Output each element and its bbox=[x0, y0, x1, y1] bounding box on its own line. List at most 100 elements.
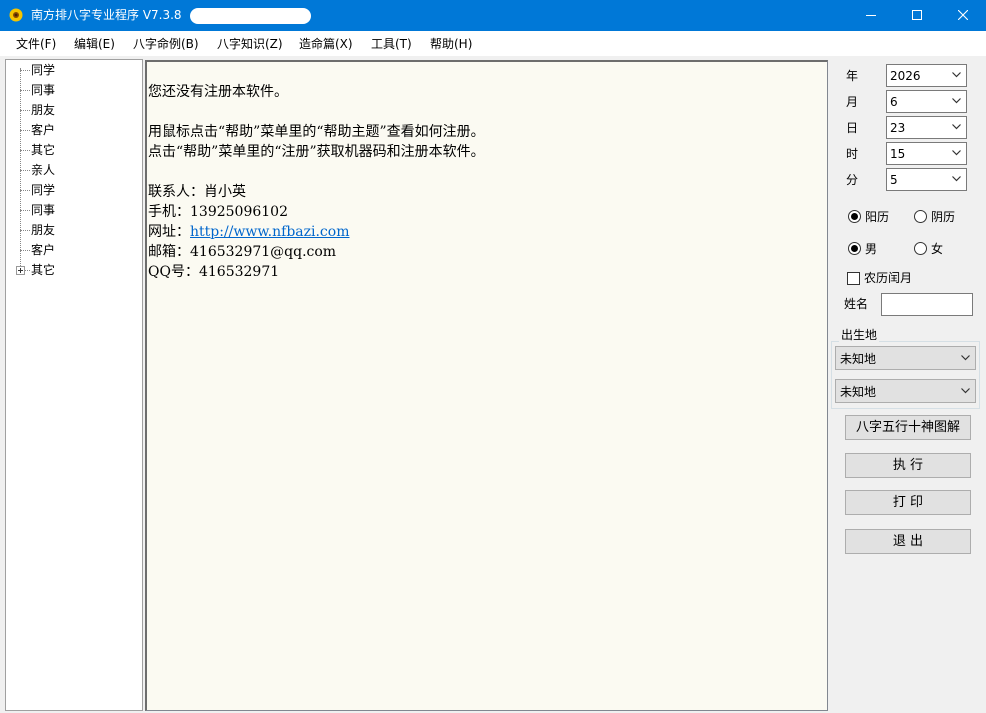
title-bar: 南方排八字专业程序 V7.3.8 bbox=[0, 0, 986, 31]
tree-item[interactable]: 同事 bbox=[6, 200, 136, 220]
city-select[interactable]: 未知地 bbox=[835, 379, 976, 403]
qq-line: QQ号：416532971 bbox=[148, 263, 279, 281]
tree-item-label: 客户 bbox=[31, 243, 56, 257]
redacted-area bbox=[190, 8, 311, 24]
tree-item[interactable]: 朋友 bbox=[6, 220, 136, 240]
maximize-button[interactable] bbox=[894, 0, 940, 31]
hour-select[interactable]: 15 bbox=[886, 142, 967, 165]
menu-zaoming[interactable]: 造命篇(X) bbox=[299, 36, 353, 52]
hour-label: 时 bbox=[846, 147, 859, 161]
menu-edit[interactable]: 编辑(E) bbox=[74, 36, 115, 52]
website-line: 网址：http://www.nfbazi.com bbox=[148, 223, 349, 241]
maximize-icon bbox=[912, 10, 922, 20]
male-radio[interactable] bbox=[848, 242, 861, 255]
female-radio[interactable] bbox=[914, 242, 927, 255]
register-instruction: 点击“帮助”菜单里的“注册”获取机器码和注册本软件。 bbox=[148, 144, 485, 160]
solar-calendar-radio[interactable] bbox=[848, 210, 861, 223]
execute-button[interactable]: 执 行 bbox=[845, 453, 971, 478]
tree-item[interactable]: 客户 bbox=[6, 240, 136, 260]
tree-item-label: 朋友 bbox=[31, 103, 56, 117]
menu-bazi-cases[interactable]: 八字命例(B) bbox=[133, 36, 199, 52]
menu-bar: 文件(F) 编辑(E) 八字命例(B) 八字知识(Z) 造命篇(X) 工具(T)… bbox=[0, 31, 986, 56]
month-label: 月 bbox=[846, 95, 859, 109]
month-select[interactable]: 6 bbox=[886, 90, 967, 113]
contact-line: 联系人：肖小英 bbox=[148, 183, 246, 201]
menu-file[interactable]: 文件(F) bbox=[16, 36, 56, 52]
chevron-down-icon bbox=[952, 176, 961, 182]
lunar-calendar-radio[interactable] bbox=[914, 210, 927, 223]
info-text-area[interactable]: 您还没有注册本软件。 用鼠标点击“帮助”菜单里的“帮助主题”查看如何注册。 点击… bbox=[145, 60, 828, 711]
wuxing-chart-button[interactable]: 八字五行十神图解 bbox=[845, 415, 971, 440]
tree-item-label: 同事 bbox=[31, 203, 56, 217]
website-label: 网址： bbox=[148, 224, 190, 240]
minute-select[interactable]: 5 bbox=[886, 168, 967, 191]
email-line: 邮箱：416532971@qq.com bbox=[148, 243, 336, 261]
chevron-down-icon bbox=[952, 150, 961, 156]
chevron-down-icon bbox=[961, 355, 970, 361]
lunar-calendar-label: 阴历 bbox=[931, 210, 956, 224]
chevron-down-icon bbox=[952, 124, 961, 130]
year-value: 2026 bbox=[890, 69, 921, 83]
contact-label: 联系人： bbox=[148, 184, 204, 200]
tree-item[interactable]: 亲人 bbox=[6, 160, 136, 180]
province-value: 未知地 bbox=[840, 352, 877, 366]
day-select[interactable]: 23 bbox=[886, 116, 967, 139]
email-label: 邮箱： bbox=[148, 244, 190, 260]
menu-help[interactable]: 帮助(H) bbox=[430, 36, 472, 52]
tree-item-label: 其它 bbox=[31, 263, 56, 277]
email-address: 416532971@qq.com bbox=[190, 244, 337, 260]
tree-item-label: 同学 bbox=[31, 63, 56, 77]
tree-item[interactable]: 朋友 bbox=[6, 100, 136, 120]
category-tree: 同学 同事 朋友 客户 其它 亲人 同学 同事 朋友 客户 其它 bbox=[5, 59, 143, 711]
male-label: 男 bbox=[865, 242, 878, 256]
register-notice: 您还没有注册本软件。 bbox=[148, 84, 288, 100]
tree-item-label: 客户 bbox=[31, 123, 56, 137]
qq-number: 416532971 bbox=[198, 264, 280, 280]
day-label: 日 bbox=[846, 121, 859, 135]
tree-item[interactable]: 其它 bbox=[6, 140, 136, 160]
print-button[interactable]: 打 印 bbox=[845, 490, 971, 515]
menu-tools[interactable]: 工具(T) bbox=[371, 36, 412, 52]
tree-item[interactable]: 客户 bbox=[6, 120, 136, 140]
female-label: 女 bbox=[931, 242, 944, 256]
birth-info-panel: 年 2026 月 6 日 23 时 15 分 5 阳历 阴历 男 女 农历闰月 … bbox=[830, 56, 986, 713]
phone-number: 13925096102 bbox=[190, 204, 288, 220]
tree-item-label: 朋友 bbox=[31, 223, 56, 237]
chevron-down-icon bbox=[961, 388, 970, 394]
name-label: 姓名 bbox=[844, 297, 869, 311]
tree-item-label: 其它 bbox=[31, 143, 56, 157]
province-select[interactable]: 未知地 bbox=[835, 346, 976, 370]
exit-button[interactable]: 退 出 bbox=[845, 529, 971, 554]
tree-item[interactable]: 同学 bbox=[6, 60, 136, 80]
minute-label: 分 bbox=[846, 173, 859, 187]
tree-item-label: 同事 bbox=[31, 83, 56, 97]
close-button[interactable] bbox=[940, 0, 986, 31]
sunflower-icon bbox=[9, 8, 23, 22]
window-title: 南方排八字专业程序 V7.3.8 bbox=[31, 8, 182, 22]
contact-name: 肖小英 bbox=[204, 184, 246, 200]
help-instruction: 用鼠标点击“帮助”菜单里的“帮助主题”查看如何注册。 bbox=[148, 124, 485, 140]
solar-calendar-label: 阳历 bbox=[865, 210, 890, 224]
tree-item-expandable[interactable]: 其它 bbox=[6, 260, 136, 280]
tree-item[interactable]: 同事 bbox=[6, 80, 136, 100]
month-value: 6 bbox=[890, 95, 898, 109]
tree-item-label: 亲人 bbox=[31, 163, 56, 177]
city-value: 未知地 bbox=[840, 385, 877, 399]
hour-value: 15 bbox=[890, 147, 906, 161]
expand-plus-icon[interactable] bbox=[16, 266, 25, 275]
minimize-button[interactable] bbox=[848, 0, 894, 31]
year-select[interactable]: 2026 bbox=[886, 64, 967, 87]
chevron-down-icon bbox=[952, 72, 961, 78]
leap-month-checkbox[interactable] bbox=[847, 272, 860, 285]
minimize-icon bbox=[866, 15, 876, 16]
birthplace-label: 出生地 bbox=[839, 327, 880, 343]
menu-bazi-knowledge[interactable]: 八字知识(Z) bbox=[217, 36, 283, 52]
website-link[interactable]: http://www.nfbazi.com bbox=[190, 224, 349, 240]
tree-item-label: 同学 bbox=[31, 183, 56, 197]
year-label: 年 bbox=[846, 69, 859, 83]
leap-month-label: 农历闰月 bbox=[864, 271, 913, 285]
name-input[interactable] bbox=[881, 293, 973, 316]
tree-item[interactable]: 同学 bbox=[6, 180, 136, 200]
phone-label: 手机： bbox=[148, 204, 190, 220]
day-value: 23 bbox=[890, 121, 906, 135]
